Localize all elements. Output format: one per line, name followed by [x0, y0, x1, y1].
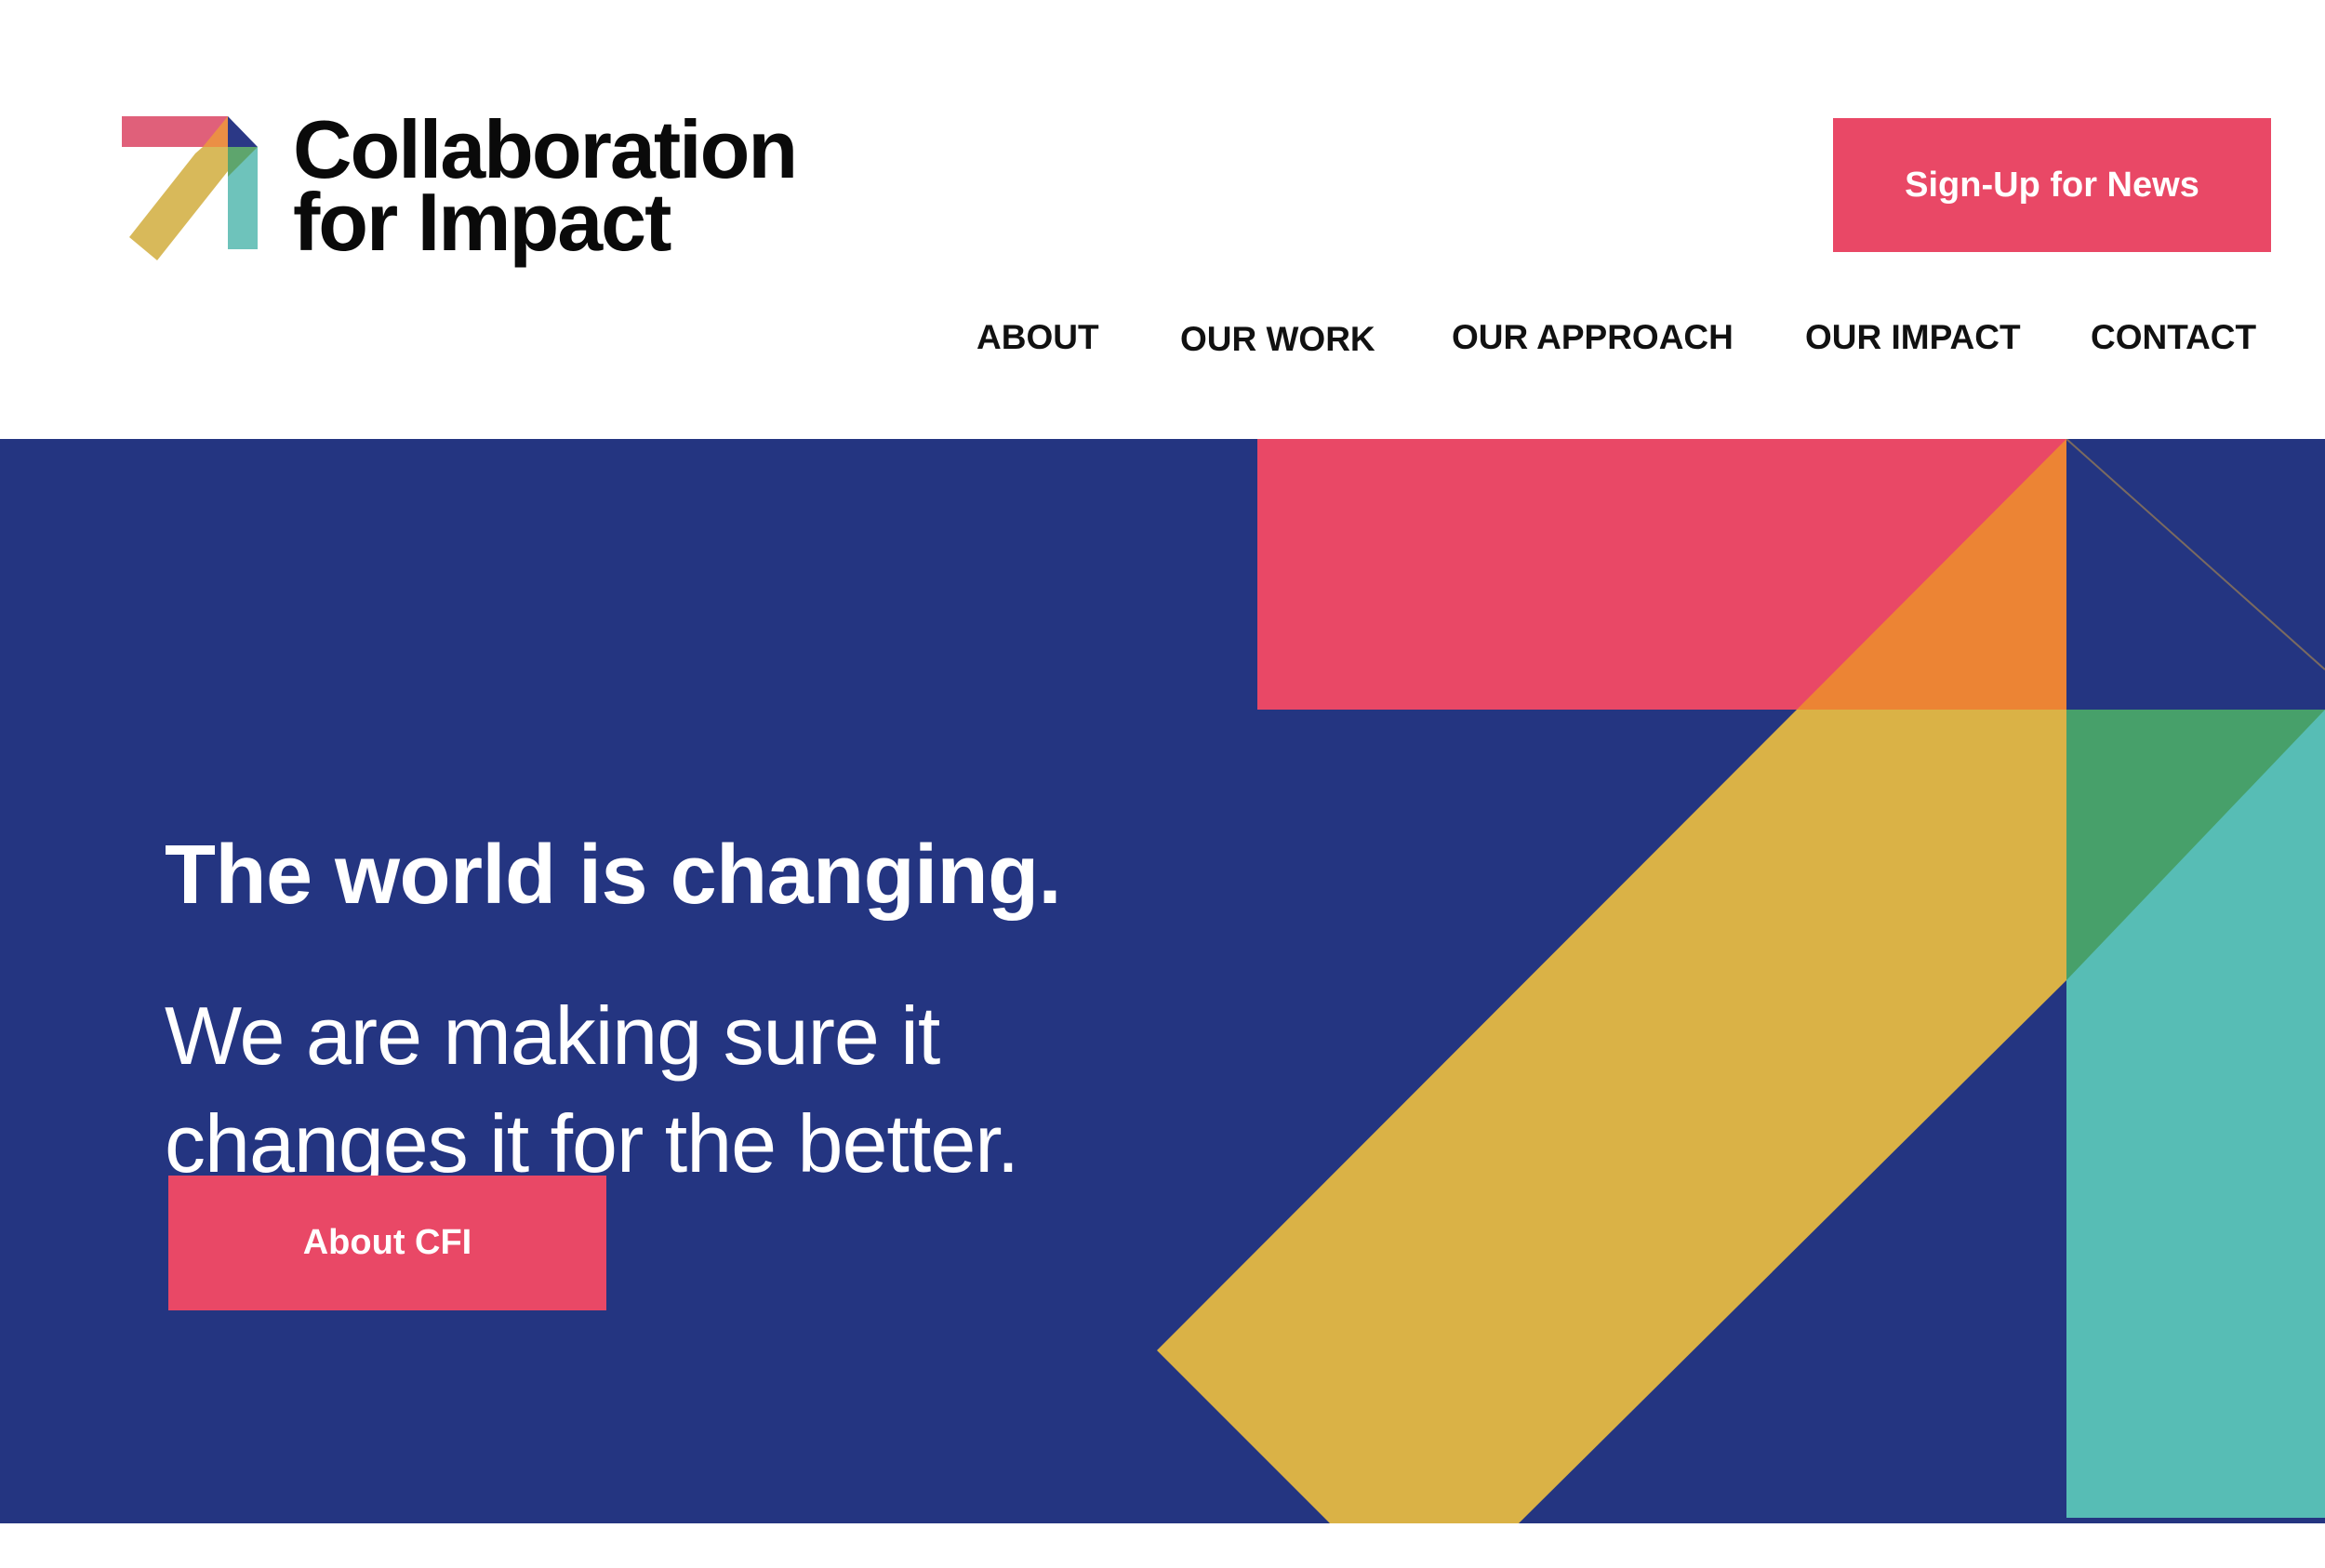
page: Collaboration for Impact Sign-Up for New…: [0, 0, 2325, 1568]
hero-arrow-graphic: [1157, 439, 2325, 1523]
signup-news-button[interactable]: Sign-Up for News: [1833, 118, 2271, 252]
logo-line-2: for Impact: [293, 176, 671, 268]
site-logo[interactable]: Collaboration for Impact: [107, 109, 851, 270]
main-nav: ABOUT OUR WORK OUR APPROACH OUR IMPACT C…: [0, 318, 2325, 365]
cfi-arrow-logo-icon: [122, 116, 258, 260]
hero-headline: The world is changing.: [165, 829, 1062, 923]
hero-subheadline-line-1: We are making sure it: [165, 990, 940, 1082]
about-cfi-button[interactable]: About CFI: [168, 1176, 606, 1310]
hero-banner: The world is changing. We are making sur…: [0, 439, 2325, 1523]
nav-item-contact[interactable]: CONTACT: [2091, 318, 2256, 357]
nav-item-about[interactable]: ABOUT: [976, 318, 1099, 357]
nav-item-our-impact[interactable]: OUR IMPACT: [1805, 318, 2021, 357]
hero-subheadline: We are making sure it changes it for the…: [165, 982, 1188, 1198]
logo-wordmark: Collaboration for Impact: [293, 109, 798, 268]
nav-item-our-work[interactable]: OUR WORK: [1180, 320, 1375, 359]
nav-item-our-approach[interactable]: OUR APPROACH: [1452, 318, 1734, 357]
